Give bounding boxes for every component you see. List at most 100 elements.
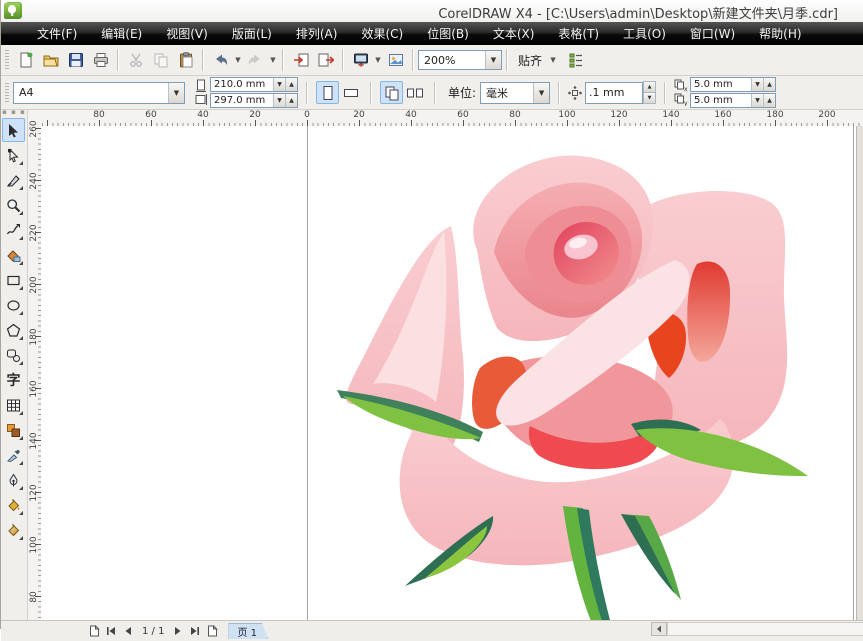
v-ruler-label-1: 240 xyxy=(29,172,39,190)
nudge-down-icon[interactable]: ▼ xyxy=(643,93,656,104)
horizontal-ruler[interactable]: 80604020020406080100120140160180200 xyxy=(41,110,863,127)
units-combo-arrow-icon[interactable]: ▼ xyxy=(533,83,549,103)
toolbar-separator xyxy=(117,49,119,71)
landscape-button[interactable] xyxy=(339,81,362,104)
basic-shapes-tool-icon xyxy=(6,348,21,363)
tool-smart-fill[interactable] xyxy=(2,243,25,267)
menu-item-3[interactable]: 版面(L) xyxy=(226,23,278,44)
add-page-end-button[interactable] xyxy=(205,625,219,638)
tool-basic-shapes[interactable] xyxy=(2,343,25,367)
all-pages-button[interactable] xyxy=(380,81,403,104)
document-icon[interactable] xyxy=(4,3,20,19)
menu-item-8[interactable]: 表格(T) xyxy=(552,23,605,44)
menu-item-7[interactable]: 文本(X) xyxy=(487,23,541,44)
paper-width-spinner[interactable]: 210.0 mm ▼ ▲ xyxy=(210,77,298,92)
snap-dropdown[interactable]: ▼ xyxy=(548,49,558,72)
next-page-button[interactable] xyxy=(171,625,185,638)
menu-item-4[interactable]: 排列(A) xyxy=(290,23,344,44)
h-ruler-label-8: 80 xyxy=(509,110,520,120)
duplicate-y-spinner[interactable]: 5.0 mm ▼ ▲ xyxy=(690,93,776,108)
paper-preset-arrow-icon[interactable]: ▼ xyxy=(168,83,184,103)
import-button[interactable] xyxy=(289,49,312,72)
paper-preset-combo[interactable]: A4 ▼ xyxy=(13,82,185,104)
toolbox: ▪ ▪ ▪ 字 xyxy=(1,110,28,620)
tool-shape[interactable] xyxy=(2,143,25,167)
welcome-screen-button[interactable] xyxy=(384,49,407,72)
undo-dropdown[interactable]: ▼ xyxy=(233,49,243,72)
nudge-up-icon[interactable]: ▲ xyxy=(643,81,656,93)
zoom-level-combo[interactable]: 200% ▼ xyxy=(418,50,502,70)
redo-button[interactable] xyxy=(244,49,267,72)
copy-button[interactable] xyxy=(149,49,172,72)
toolbar-grip[interactable] xyxy=(5,50,9,70)
menu-item-9[interactable]: 工具(O) xyxy=(617,23,672,44)
tool-outline[interactable] xyxy=(2,468,25,492)
drawing-canvas[interactable] xyxy=(41,126,863,620)
tool-zoom[interactable] xyxy=(2,193,25,217)
last-page-button[interactable] xyxy=(188,625,202,638)
cut-button[interactable] xyxy=(124,49,147,72)
options-button[interactable] xyxy=(564,49,587,72)
redo-dropdown[interactable]: ▼ xyxy=(268,49,278,72)
paper-height-spinner[interactable]: 297.0 mm ▼ ▲ xyxy=(210,93,298,108)
paper-width-up-icon[interactable]: ▲ xyxy=(285,78,297,91)
undo-button[interactable] xyxy=(209,49,232,72)
application-launcher-dropdown[interactable]: ▼ xyxy=(373,49,383,72)
tool-eyedropper[interactable] xyxy=(2,443,25,467)
print-button[interactable] xyxy=(89,49,112,72)
paper-width-down-icon[interactable]: ▼ xyxy=(273,78,285,91)
page-tab[interactable]: 页 1 xyxy=(228,623,268,639)
tool-blend[interactable] xyxy=(2,418,25,442)
paper-height-up-icon[interactable]: ▲ xyxy=(285,94,297,107)
propbar-grip[interactable] xyxy=(5,83,9,103)
application-launcher-button[interactable] xyxy=(349,49,372,72)
menu-item-0[interactable]: 文件(F) xyxy=(31,23,83,44)
duplicate-x-down-icon[interactable]: ▼ xyxy=(751,78,763,91)
vertical-ruler[interactable]: 26024022020018016014012010080 xyxy=(28,126,42,620)
menu-item-11[interactable]: 帮助(H) xyxy=(753,23,807,44)
zoom-combo-arrow-icon[interactable]: ▼ xyxy=(485,51,501,69)
portrait-button[interactable] xyxy=(316,81,339,104)
rose-artwork[interactable] xyxy=(331,130,863,620)
menu-item-10[interactable]: 窗口(W) xyxy=(684,23,741,44)
export-button[interactable] xyxy=(314,49,337,72)
tool-rectangle[interactable] xyxy=(2,268,25,292)
tool-pick[interactable] xyxy=(2,118,25,142)
printer-icon xyxy=(93,52,109,68)
previous-page-button[interactable] xyxy=(121,625,135,638)
toolbox-grip[interactable]: ▪ ▪ ▪ xyxy=(1,110,27,117)
new-button[interactable] xyxy=(14,49,37,72)
tool-ellipse[interactable] xyxy=(2,293,25,317)
horizontal-scrollbar-left-arrow[interactable] xyxy=(651,622,667,636)
facing-pages-button[interactable] xyxy=(403,81,426,104)
duplicate-x-spinner[interactable]: 5.0 mm ▼ ▲ xyxy=(690,77,776,92)
duplicate-y-down-icon[interactable]: ▼ xyxy=(751,94,763,107)
units-combo[interactable]: 毫米 ▼ xyxy=(480,82,550,104)
menu-item-5[interactable]: 效果(C) xyxy=(355,23,409,44)
tool-crop[interactable] xyxy=(2,168,25,192)
vertical-scrollbar[interactable] xyxy=(856,126,863,620)
save-button[interactable] xyxy=(64,49,87,72)
menu-item-2[interactable]: 视图(V) xyxy=(160,23,214,44)
paste-button[interactable] xyxy=(174,49,197,72)
tool-fill[interactable] xyxy=(2,493,25,517)
tool-polygon[interactable] xyxy=(2,318,25,342)
v-ruler-label-9: 80 xyxy=(29,588,39,606)
first-page-button[interactable] xyxy=(104,625,118,638)
open-button[interactable] xyxy=(39,49,62,72)
duplicate-x-up-icon[interactable]: ▲ xyxy=(763,78,775,91)
tool-text[interactable]: 字 xyxy=(2,368,25,392)
tool-interactive-fill[interactable] xyxy=(2,518,25,542)
add-page-start-button[interactable] xyxy=(87,625,101,638)
v-ruler-label-5: 160 xyxy=(29,380,39,398)
tool-table[interactable] xyxy=(2,393,25,417)
duplicate-y-up-icon[interactable]: ▲ xyxy=(763,94,775,107)
menu-item-6[interactable]: 位图(B) xyxy=(421,23,475,44)
snap-button[interactable]: 贴齐 xyxy=(513,49,547,72)
coreldraw-window: { "window": { "title": "CorelDRAW X4 - [… xyxy=(0,0,863,629)
tool-freehand[interactable] xyxy=(2,218,25,242)
nudge-spinner[interactable]: .1 mm xyxy=(585,82,643,104)
menu-item-1[interactable]: 编辑(E) xyxy=(95,23,148,44)
paper-height-down-icon[interactable]: ▼ xyxy=(273,94,285,107)
horizontal-scrollbar[interactable] xyxy=(667,622,863,636)
